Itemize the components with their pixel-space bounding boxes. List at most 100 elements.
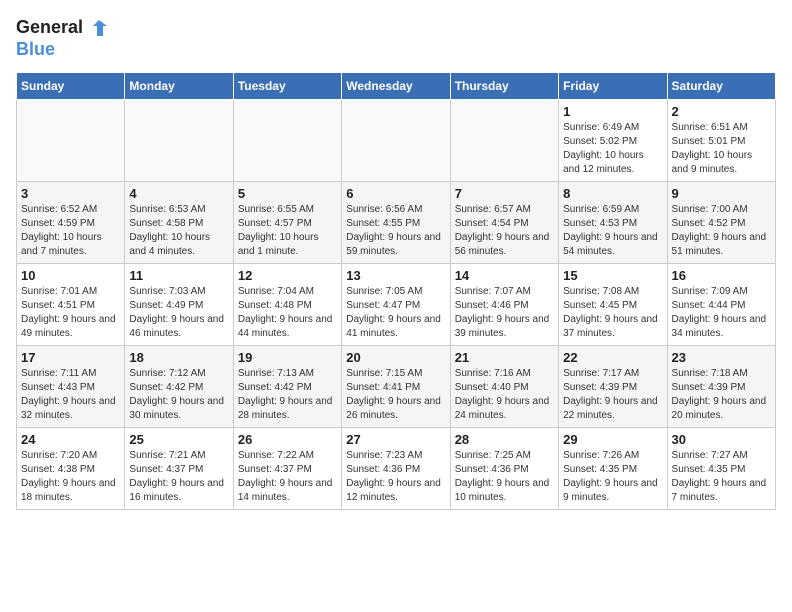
day-info: Sunrise: 7:09 AM Sunset: 4:44 PM Dayligh… bbox=[672, 285, 771, 341]
weekday-header-row: SundayMondayTuesdayWednesdayThursdayFrid… bbox=[17, 72, 776, 99]
logo-text-general: General bbox=[16, 18, 83, 38]
calendar-cell: 3 Sunrise: 6:52 AM Sunset: 4:59 PM Daylig… bbox=[17, 181, 125, 263]
page-header: General Blue bbox=[16, 16, 776, 60]
calendar-cell: 28 Sunrise: 7:25 AM Sunset: 4:36 PM Dayli… bbox=[450, 427, 558, 509]
day-info: Sunrise: 7:21 AM Sunset: 4:37 PM Dayligh… bbox=[129, 449, 228, 505]
day-number: 21 bbox=[455, 350, 554, 365]
day-number: 9 bbox=[672, 186, 771, 201]
day-info: Sunrise: 7:05 AM Sunset: 4:47 PM Dayligh… bbox=[346, 285, 445, 341]
day-number: 22 bbox=[563, 350, 662, 365]
calendar-table: SundayMondayTuesdayWednesdayThursdayFrid… bbox=[16, 72, 776, 510]
day-number: 27 bbox=[346, 432, 445, 447]
day-info: Sunrise: 6:59 AM Sunset: 4:53 PM Dayligh… bbox=[563, 203, 662, 259]
calendar-cell: 5 Sunrise: 6:55 AM Sunset: 4:57 PM Daylig… bbox=[233, 181, 341, 263]
weekday-header-wednesday: Wednesday bbox=[342, 72, 450, 99]
day-number: 16 bbox=[672, 268, 771, 283]
day-number: 2 bbox=[672, 104, 771, 119]
calendar-cell: 2 Sunrise: 6:51 AM Sunset: 5:01 PM Daylig… bbox=[667, 99, 775, 181]
day-info: Sunrise: 6:52 AM Sunset: 4:59 PM Dayligh… bbox=[21, 203, 120, 259]
day-info: Sunrise: 6:57 AM Sunset: 4:54 PM Dayligh… bbox=[455, 203, 554, 259]
day-info: Sunrise: 7:15 AM Sunset: 4:41 PM Dayligh… bbox=[346, 367, 445, 423]
calendar-cell: 6 Sunrise: 6:56 AM Sunset: 4:55 PM Daylig… bbox=[342, 181, 450, 263]
calendar-cell: 26Sunrise: 7:22 AM Sunset: 4:37 PM Dayli… bbox=[233, 427, 341, 509]
calendar-week-1: 1 Sunrise: 6:49 AM Sunset: 5:02 PM Daylig… bbox=[17, 99, 776, 181]
calendar-cell: 8Sunrise: 6:59 AM Sunset: 4:53 PM Daylig… bbox=[559, 181, 667, 263]
calendar-cell: 4 Sunrise: 6:53 AM Sunset: 4:58 PM Daylig… bbox=[125, 181, 233, 263]
calendar-cell bbox=[125, 99, 233, 181]
day-info: Sunrise: 7:12 AM Sunset: 4:42 PM Dayligh… bbox=[129, 367, 228, 423]
day-info: Sunrise: 7:04 AM Sunset: 4:48 PM Dayligh… bbox=[238, 285, 337, 341]
calendar-cell: 11 Sunrise: 7:03 AM Sunset: 4:49 PM Dayli… bbox=[125, 263, 233, 345]
logo-text-blue: Blue bbox=[16, 40, 55, 60]
day-number: 29 bbox=[563, 432, 662, 447]
calendar-body: 1 Sunrise: 6:49 AM Sunset: 5:02 PM Daylig… bbox=[17, 99, 776, 509]
day-info: Sunrise: 6:55 AM Sunset: 4:57 PM Dayligh… bbox=[238, 203, 337, 259]
day-number: 26 bbox=[238, 432, 337, 447]
weekday-header-thursday: Thursday bbox=[450, 72, 558, 99]
weekday-header-saturday: Saturday bbox=[667, 72, 775, 99]
calendar-cell: 22Sunrise: 7:17 AM Sunset: 4:39 PM Dayli… bbox=[559, 345, 667, 427]
calendar-week-5: 24Sunrise: 7:20 AM Sunset: 4:38 PM Dayli… bbox=[17, 427, 776, 509]
weekday-header-monday: Monday bbox=[125, 72, 233, 99]
calendar-cell: 7 Sunrise: 6:57 AM Sunset: 4:54 PM Daylig… bbox=[450, 181, 558, 263]
calendar-week-2: 3 Sunrise: 6:52 AM Sunset: 4:59 PM Daylig… bbox=[17, 181, 776, 263]
calendar-cell: 30Sunrise: 7:27 AM Sunset: 4:35 PM Dayli… bbox=[667, 427, 775, 509]
day-info: Sunrise: 6:51 AM Sunset: 5:01 PM Dayligh… bbox=[672, 121, 771, 177]
calendar-cell: 18 Sunrise: 7:12 AM Sunset: 4:42 PM Dayli… bbox=[125, 345, 233, 427]
calendar-cell: 29 Sunrise: 7:26 AM Sunset: 4:35 PM Dayli… bbox=[559, 427, 667, 509]
day-number: 15 bbox=[563, 268, 662, 283]
calendar-cell: 20 Sunrise: 7:15 AM Sunset: 4:41 PM Dayli… bbox=[342, 345, 450, 427]
day-number: 13 bbox=[346, 268, 445, 283]
day-number: 1 bbox=[563, 104, 662, 119]
calendar-cell bbox=[17, 99, 125, 181]
calendar-cell bbox=[342, 99, 450, 181]
day-number: 28 bbox=[455, 432, 554, 447]
day-number: 6 bbox=[346, 186, 445, 201]
calendar-cell: 17 Sunrise: 7:11 AM Sunset: 4:43 PM Dayli… bbox=[17, 345, 125, 427]
day-info: Sunrise: 6:53 AM Sunset: 4:58 PM Dayligh… bbox=[129, 203, 228, 259]
logo: General Blue bbox=[16, 16, 109, 60]
day-number: 12 bbox=[238, 268, 337, 283]
weekday-header-friday: Friday bbox=[559, 72, 667, 99]
day-info: Sunrise: 7:20 AM Sunset: 4:38 PM Dayligh… bbox=[21, 449, 120, 505]
day-info: Sunrise: 7:11 AM Sunset: 4:43 PM Dayligh… bbox=[21, 367, 120, 423]
day-info: Sunrise: 7:26 AM Sunset: 4:35 PM Dayligh… bbox=[563, 449, 662, 505]
calendar-cell: 24Sunrise: 7:20 AM Sunset: 4:38 PM Dayli… bbox=[17, 427, 125, 509]
calendar-cell: 23Sunrise: 7:18 AM Sunset: 4:39 PM Dayli… bbox=[667, 345, 775, 427]
calendar-cell: 9 Sunrise: 7:00 AM Sunset: 4:52 PM Daylig… bbox=[667, 181, 775, 263]
day-info: Sunrise: 7:00 AM Sunset: 4:52 PM Dayligh… bbox=[672, 203, 771, 259]
day-number: 25 bbox=[129, 432, 228, 447]
weekday-header-tuesday: Tuesday bbox=[233, 72, 341, 99]
day-number: 14 bbox=[455, 268, 554, 283]
day-number: 4 bbox=[129, 186, 228, 201]
calendar-week-4: 17 Sunrise: 7:11 AM Sunset: 4:43 PM Dayli… bbox=[17, 345, 776, 427]
day-number: 11 bbox=[129, 268, 228, 283]
day-info: Sunrise: 7:03 AM Sunset: 4:49 PM Dayligh… bbox=[129, 285, 228, 341]
day-number: 17 bbox=[21, 350, 120, 365]
calendar-cell: 10Sunrise: 7:01 AM Sunset: 4:51 PM Dayli… bbox=[17, 263, 125, 345]
calendar-cell: 19Sunrise: 7:13 AM Sunset: 4:42 PM Dayli… bbox=[233, 345, 341, 427]
calendar-cell: 15 Sunrise: 7:08 AM Sunset: 4:45 PM Dayli… bbox=[559, 263, 667, 345]
day-number: 18 bbox=[129, 350, 228, 365]
calendar-cell bbox=[233, 99, 341, 181]
day-number: 3 bbox=[21, 186, 120, 201]
day-number: 20 bbox=[346, 350, 445, 365]
day-number: 5 bbox=[238, 186, 337, 201]
day-info: Sunrise: 6:56 AM Sunset: 4:55 PM Dayligh… bbox=[346, 203, 445, 259]
day-info: Sunrise: 7:18 AM Sunset: 4:39 PM Dayligh… bbox=[672, 367, 771, 423]
calendar-cell: 25 Sunrise: 7:21 AM Sunset: 4:37 PM Dayli… bbox=[125, 427, 233, 509]
calendar-cell: 1 Sunrise: 6:49 AM Sunset: 5:02 PM Daylig… bbox=[559, 99, 667, 181]
day-info: Sunrise: 7:01 AM Sunset: 4:51 PM Dayligh… bbox=[21, 285, 120, 341]
day-info: Sunrise: 6:49 AM Sunset: 5:02 PM Dayligh… bbox=[563, 121, 662, 177]
calendar-cell: 16 Sunrise: 7:09 AM Sunset: 4:44 PM Dayli… bbox=[667, 263, 775, 345]
day-info: Sunrise: 7:23 AM Sunset: 4:36 PM Dayligh… bbox=[346, 449, 445, 505]
calendar-cell: 14Sunrise: 7:07 AM Sunset: 4:46 PM Dayli… bbox=[450, 263, 558, 345]
weekday-header-sunday: Sunday bbox=[17, 72, 125, 99]
day-info: Sunrise: 7:16 AM Sunset: 4:40 PM Dayligh… bbox=[455, 367, 554, 423]
day-info: Sunrise: 7:25 AM Sunset: 4:36 PM Dayligh… bbox=[455, 449, 554, 505]
calendar-cell bbox=[450, 99, 558, 181]
day-info: Sunrise: 7:08 AM Sunset: 4:45 PM Dayligh… bbox=[563, 285, 662, 341]
day-number: 7 bbox=[455, 186, 554, 201]
calendar-cell: 12 Sunrise: 7:04 AM Sunset: 4:48 PM Dayli… bbox=[233, 263, 341, 345]
calendar-week-3: 10Sunrise: 7:01 AM Sunset: 4:51 PM Dayli… bbox=[17, 263, 776, 345]
